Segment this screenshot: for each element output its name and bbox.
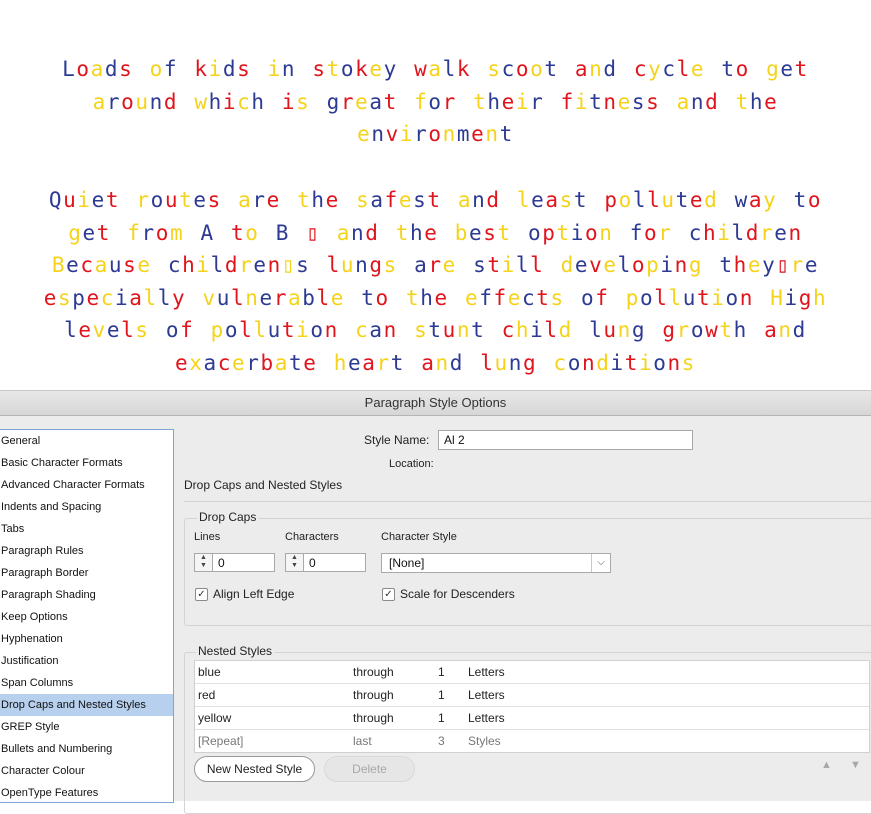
character-style-label: Character Style — [381, 531, 457, 543]
align-left-edge-label: Align Left Edge — [213, 587, 295, 601]
document-canvas: Loads of kids in stokey walk scoot and c… — [0, 0, 871, 390]
new-nested-style-button[interactable]: New Nested Style — [194, 756, 315, 782]
align-left-edge-checkbox[interactable]: ✓ — [195, 588, 208, 601]
characters-input[interactable]: 0 — [303, 553, 366, 572]
category-item[interactable]: Indents and Spacing — [0, 496, 173, 518]
move-down-icon[interactable]: ▼ — [850, 759, 861, 771]
section-title: Drop Caps and Nested Styles — [184, 478, 343, 492]
category-item[interactable]: Justification — [0, 650, 173, 672]
delete-button[interactable]: Delete — [324, 756, 415, 782]
scale-descenders-label: Scale for Descenders — [400, 587, 515, 601]
category-item[interactable]: Paragraph Border — [0, 562, 173, 584]
nested-style-count[interactable]: 3 — [438, 730, 445, 752]
category-item[interactable]: Tabs — [0, 518, 173, 540]
characters-label: Characters — [285, 531, 339, 543]
category-item[interactable]: Hyphenation — [0, 628, 173, 650]
nested-styles-title: Nested Styles — [196, 644, 275, 658]
section-divider — [184, 501, 871, 502]
nested-style-unit[interactable]: Letters — [468, 684, 505, 706]
category-item[interactable]: Drop Caps and Nested Styles — [0, 694, 173, 716]
character-style-select[interactable]: [None] ⌵ — [381, 553, 611, 573]
dialog-title: Paragraph Style Options — [0, 391, 871, 416]
category-item[interactable]: Span Columns — [0, 672, 173, 694]
drop-caps-title: Drop Caps — [197, 510, 259, 524]
nested-style-mode[interactable]: last — [353, 730, 372, 752]
nested-style-row[interactable]: blue through 1 Letters — [195, 661, 869, 684]
checkmark-icon: ✓ — [384, 589, 393, 600]
nested-style-unit[interactable]: Letters — [468, 661, 505, 683]
nested-styles-table[interactable]: blue through 1 Letters red through 1 Letters yel… — [194, 660, 870, 753]
category-item[interactable]: Bullets and Numbering — [0, 738, 173, 760]
nested-style-row[interactable]: [Repeat] last 3 Styles — [195, 730, 869, 752]
category-item[interactable]: Keep Options — [0, 606, 173, 628]
nested-style-count[interactable]: 1 — [438, 661, 445, 683]
nested-style-row[interactable]: yellow through 1 Letters — [195, 707, 869, 730]
character-style-value: [None] — [389, 556, 425, 570]
category-item[interactable]: Advanced Character Formats — [0, 474, 173, 496]
nested-style-mode[interactable]: through — [353, 684, 394, 706]
category-list[interactable]: General Basic Character Formats Advanced C… — [0, 429, 174, 803]
scale-descenders-checkbox[interactable]: ✓ — [382, 588, 395, 601]
nested-style-unit[interactable]: Styles — [468, 730, 501, 752]
nested-style-mode[interactable]: through — [353, 707, 394, 729]
category-item[interactable]: GREP Style — [0, 716, 173, 738]
checkmark-icon: ✓ — [197, 589, 206, 600]
category-item[interactable]: Paragraph Shading — [0, 584, 173, 606]
lines-label: Lines — [194, 531, 221, 543]
paragraph-style-options-dialog: Paragraph Style Options General Basic Cha… — [0, 390, 871, 814]
location-label: Location: — [389, 458, 434, 470]
canvas-paragraph-1[interactable]: Loads of kids in stokey walk scoot and c… — [40, 53, 831, 151]
nested-style-style[interactable]: [Repeat] — [198, 730, 243, 752]
chevron-down-icon: ⌵ — [591, 554, 610, 572]
style-name-input[interactable]: Al 2 — [438, 430, 693, 450]
category-item[interactable]: Paragraph Rules — [0, 540, 173, 562]
nested-style-style[interactable]: blue — [198, 661, 221, 683]
style-name-label: Style Name: — [364, 433, 430, 447]
category-item[interactable]: General — [0, 430, 173, 452]
nested-style-unit[interactable]: Letters — [468, 707, 505, 729]
category-item[interactable]: Character Colour — [0, 760, 173, 782]
canvas-paragraph-2[interactable]: Quiet routes are the safest and least po… — [40, 184, 831, 380]
nested-style-count[interactable]: 1 — [438, 684, 445, 706]
nested-style-style[interactable]: red — [198, 684, 215, 706]
lines-stepper[interactable]: ▲ ▼ — [194, 553, 212, 572]
nested-style-row[interactable]: red through 1 Letters — [195, 684, 869, 707]
category-item[interactable]: Basic Character Formats — [0, 452, 173, 474]
nested-style-style[interactable]: yellow — [198, 707, 231, 729]
nested-style-count[interactable]: 1 — [438, 707, 445, 729]
nested-style-mode[interactable]: through — [353, 661, 394, 683]
characters-stepper[interactable]: ▲ ▼ — [285, 553, 303, 572]
lines-input[interactable]: 0 — [212, 553, 275, 572]
move-up-icon[interactable]: ▲ — [821, 759, 832, 771]
